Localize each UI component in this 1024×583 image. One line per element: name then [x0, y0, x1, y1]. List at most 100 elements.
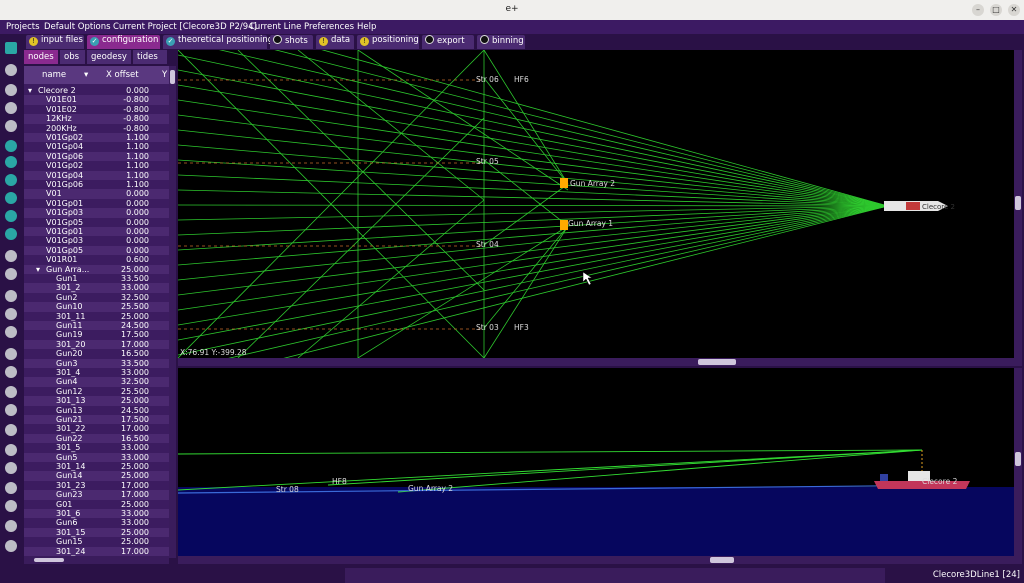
tool-icon[interactable]: [5, 540, 17, 552]
menu-current-project[interactable]: Current Project [Clecore3D P2/94]: [113, 22, 257, 32]
tree-row[interactable]: Gun11 24.500: [24, 321, 169, 331]
tool-icon[interactable]: [5, 308, 17, 320]
tree-row[interactable]: V01Gp06 1.100: [24, 180, 169, 189]
tool-icon[interactable]: [5, 120, 17, 132]
tool-icon[interactable]: [5, 64, 17, 76]
profile-vertical-scrollbar[interactable]: [1014, 368, 1022, 556]
target-icon[interactable]: [5, 228, 17, 240]
scroll-thumb[interactable]: [170, 70, 175, 84]
tool-icon[interactable]: [5, 462, 17, 474]
tree-row[interactable]: 301_20 17.000: [24, 339, 169, 350]
tool-icon[interactable]: [5, 386, 17, 398]
subtab-nodes[interactable]: nodes: [24, 50, 58, 64]
tree-row[interactable]: V01Gp04 1.100: [24, 170, 169, 180]
tree-row[interactable]: Gun23 17.000: [24, 490, 169, 500]
tree-row[interactable]: Gun10 25.500: [24, 302, 169, 312]
tree-row[interactable]: V01 0.000: [24, 189, 169, 199]
tree-row[interactable]: V01Gp06 1.100: [24, 151, 169, 162]
plan-horizontal-scrollbar[interactable]: [178, 358, 1022, 366]
tree-row[interactable]: Gun19 17.500: [24, 330, 169, 339]
tab-configuration[interactable]: ✓ configuration: [87, 35, 160, 49]
plan-view-canvas[interactable]: Str 06 HF6 Str 05 Gun Array 2 Gun Array …: [178, 50, 1014, 358]
menu-help[interactable]: Help: [357, 22, 376, 32]
tree-row[interactable]: Gun13 24.500: [24, 406, 169, 415]
subtab-obs[interactable]: obs: [60, 50, 85, 64]
menu-current-line[interactable]: Current Line: [249, 22, 301, 32]
tab-theoretical-positioning[interactable]: ✓ theoretical positioning: [163, 35, 273, 49]
tool-icon[interactable]: [5, 102, 17, 114]
home-icon[interactable]: [5, 42, 17, 54]
tree-row[interactable]: V01Gp02 1.100: [24, 161, 169, 170]
tree-row[interactable]: ▾ Gun Arra... 25.000: [24, 264, 169, 274]
tree-row[interactable]: Gun1 33.500: [24, 274, 169, 283]
tree-row[interactable]: Gun22 16.500: [24, 433, 169, 444]
tree-row[interactable]: V01Gp03 0.000: [24, 208, 169, 218]
tree-row[interactable]: Gun20 16.500: [24, 349, 169, 358]
tool-icon[interactable]: [5, 348, 17, 360]
tree-row[interactable]: Gun14 25.000: [24, 471, 169, 481]
tree-row[interactable]: 301_5 33.000: [24, 443, 169, 452]
tree-row[interactable]: Gun5 33.000: [24, 452, 169, 462]
tree-row[interactable]: V01E02 -0.800: [24, 105, 169, 114]
close-icon[interactable]: ✕: [1008, 4, 1020, 16]
tree-row[interactable]: 200KHz -0.800: [24, 124, 169, 133]
tool-icon[interactable]: [5, 326, 17, 338]
scroll-thumb[interactable]: [710, 557, 734, 563]
scroll-thumb[interactable]: [1015, 196, 1021, 210]
tool-icon[interactable]: [5, 366, 17, 378]
tree-row[interactable]: V01Gp05 0.000: [24, 245, 169, 256]
tool-icon[interactable]: [5, 424, 17, 436]
tree-row[interactable]: ▾ Clecore 2 0.000: [24, 86, 169, 95]
vessel-icon[interactable]: Clecore 2: [884, 201, 955, 211]
tab-data[interactable]: ! data: [316, 35, 354, 49]
tool-icon[interactable]: [5, 268, 17, 280]
expand-icon[interactable]: ▾: [36, 265, 40, 274]
tree-row[interactable]: 301_6 33.000: [24, 509, 169, 519]
plan-vertical-scrollbar[interactable]: [1014, 50, 1022, 358]
tree-row[interactable]: Gun2 32.500: [24, 293, 169, 302]
profile-view-canvas[interactable]: Str 08 HF8 Gun Array 2 Clecore 2: [178, 368, 1014, 556]
menu-projects[interactable]: Projects: [6, 22, 40, 32]
column-name-header[interactable]: name: [42, 70, 66, 80]
scroll-thumb[interactable]: [698, 359, 736, 365]
subtab-tides[interactable]: tides: [133, 50, 167, 64]
tree-row[interactable]: 301_23 17.000: [24, 481, 169, 490]
tool-icon[interactable]: [5, 404, 17, 416]
tree-row[interactable]: V01Gp04 1.100: [24, 142, 169, 151]
tree-row[interactable]: 301_14 25.000: [24, 462, 169, 471]
tree-row[interactable]: 301_2 33.000: [24, 283, 169, 293]
profile-horizontal-scrollbar[interactable]: [178, 556, 1022, 564]
tab-shots[interactable]: shots: [270, 35, 313, 49]
tool-icon[interactable]: [5, 482, 17, 494]
tree-row[interactable]: Gun12 25.500: [24, 387, 169, 396]
tab-binning[interactable]: binning: [477, 35, 525, 49]
tree-row[interactable]: 301_11 25.000: [24, 312, 169, 321]
subtab-geodesy[interactable]: geodesy: [87, 50, 131, 64]
column-y-header[interactable]: Y: [162, 70, 167, 80]
scroll-thumb[interactable]: [1015, 452, 1021, 466]
tool-icon[interactable]: [5, 250, 17, 262]
tree-row[interactable]: Gun4 32.500: [24, 377, 169, 387]
tree-row[interactable]: V01Gp02 1.100: [24, 133, 169, 143]
profile-view[interactable]: Str 08 HF8 Gun Array 2 Clecore 2: [178, 368, 1014, 556]
tree-row[interactable]: 12KHz -0.800: [24, 114, 169, 124]
share-icon[interactable]: [5, 192, 17, 204]
tree-row[interactable]: 301_22 17.000: [24, 424, 169, 433]
sort-icon[interactable]: ▾: [84, 70, 88, 80]
tree-row[interactable]: Gun6 33.000: [24, 518, 169, 527]
tree-row[interactable]: V01R01 0.600: [24, 255, 169, 264]
tree-row[interactable]: 301_13 25.000: [24, 396, 169, 406]
tree-row[interactable]: Gun3 33.500: [24, 358, 169, 368]
tree-row[interactable]: V01Gp05 0.000: [24, 218, 169, 227]
menu-default-options[interactable]: Default Options: [44, 22, 111, 32]
tree-row[interactable]: V01Gp01 0.000: [24, 227, 169, 237]
tree-row[interactable]: 301_15 25.000: [24, 527, 169, 538]
tree-row[interactable]: V01E01 -0.800: [24, 95, 169, 105]
tree-row[interactable]: Gun15 25.000: [24, 537, 169, 546]
column-x-offset-header[interactable]: X offset: [106, 70, 139, 80]
tool-icon[interactable]: [5, 500, 17, 512]
tree-row[interactable]: G01 25.000: [24, 500, 169, 509]
tree-horizontal-scrollbar[interactable]: [24, 556, 169, 564]
menu-preferences[interactable]: Preferences: [304, 22, 354, 32]
expand-icon[interactable]: ▾: [28, 86, 32, 95]
